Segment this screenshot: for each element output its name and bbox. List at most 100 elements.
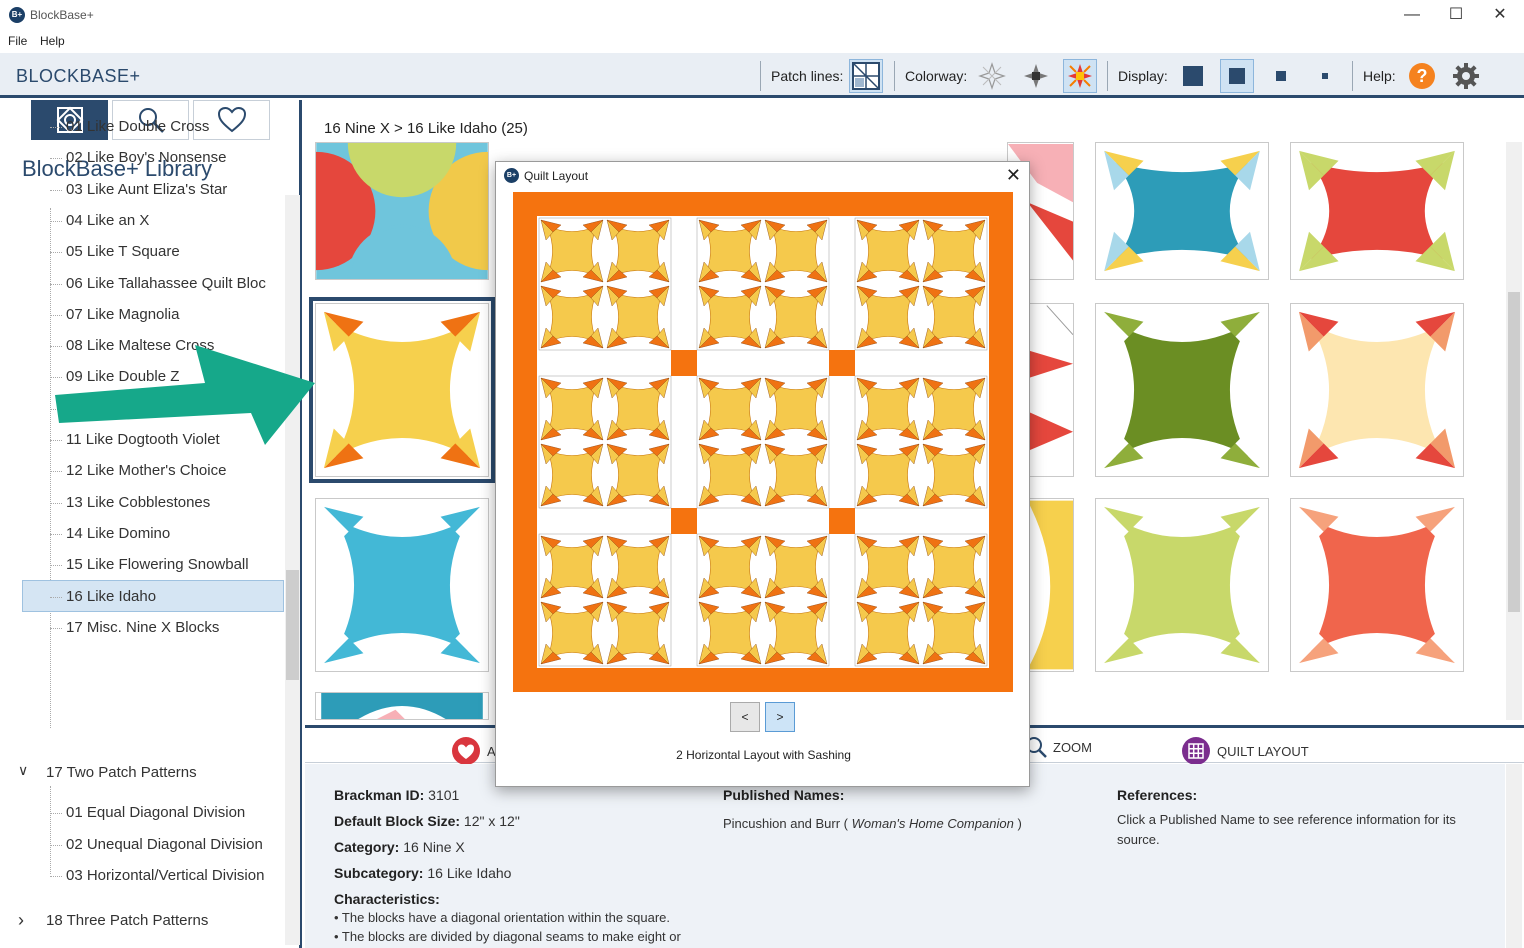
display-medium-button[interactable] — [1264, 59, 1298, 93]
tree-item[interactable]: 14 Like Domino — [66, 525, 170, 542]
pointer-arrow-annotation — [55, 345, 315, 445]
brackman-label: Brackman ID: — [334, 787, 425, 803]
breadcrumb: 16 Nine X > 16 Like Idaho (25) — [324, 120, 528, 137]
star-outline-icon — [978, 62, 1006, 90]
library-tree: 01 Like Double Cross 02 Like Boy's Nonsen… — [0, 110, 285, 948]
characteristic-item: • The blocks have a diagonal orientation… — [334, 910, 671, 925]
quilt-layout-label: QUILT LAYOUT — [1217, 743, 1309, 759]
tree-item[interactable]: 01 Equal Diagonal Division — [66, 804, 245, 821]
tree-item[interactable]: 03 Like Aunt Eliza's Star — [66, 181, 227, 198]
tree-item[interactable]: 16 Like Idaho — [66, 588, 156, 605]
block-tile[interactable] — [1290, 498, 1464, 672]
close-button[interactable]: ✕ — [1478, 3, 1522, 27]
brand-title: BLOCKBASE+ — [16, 66, 141, 86]
brackman-row: Brackman ID: 3101 — [334, 787, 459, 803]
settings-button[interactable] — [1449, 59, 1483, 93]
size-label: Default Block Size: — [334, 813, 461, 829]
display-large-button[interactable] — [1220, 59, 1254, 93]
category-row: Category: 16 Nine X — [334, 839, 465, 855]
app-logo-icon: B+ — [9, 7, 25, 23]
block-tile[interactable] — [1290, 303, 1464, 477]
published-names-label: Published Names: — [723, 787, 845, 803]
block-tile[interactable] — [315, 692, 489, 720]
help-icon: ? — [1409, 63, 1435, 89]
help-button[interactable]: ? — [1405, 59, 1439, 93]
block-tile[interactable] — [1095, 303, 1269, 477]
info-scrollbar[interactable] — [1506, 764, 1522, 948]
display-small-button[interactable] — [1308, 59, 1342, 93]
square-large-icon — [1229, 68, 1245, 84]
tree-item[interactable]: 17 Misc. Nine X Blocks — [66, 619, 219, 636]
subcategory-label: Subcategory: — [334, 865, 424, 881]
colorway-outline-button[interactable] — [975, 59, 1009, 93]
colorway-label: Colorway: — [905, 68, 968, 84]
previous-layout-button[interactable]: < — [730, 702, 760, 732]
tree-item[interactable]: 02 Unequal Diagonal Division — [66, 836, 263, 853]
tree-item[interactable]: 03 Horizontal/Vertical Division — [66, 867, 264, 884]
published-source: Woman's Home Companion — [851, 816, 1014, 831]
quilt-layout-button[interactable]: QUILT LAYOUT — [1181, 736, 1309, 766]
published-name-link[interactable]: Pincushion and Burr ( Woman's Home Compa… — [723, 816, 1022, 831]
chevron-right-icon[interactable]: › — [18, 910, 24, 931]
scrollbar-thumb[interactable] — [1508, 292, 1520, 612]
dialog-logo-icon: B+ — [504, 168, 519, 183]
tree-item[interactable]: 07 Like Magnolia — [66, 306, 179, 323]
size-value: 12" x 12" — [463, 813, 520, 829]
block-tile[interactable] — [315, 142, 489, 280]
tree-item[interactable]: 01 Like Double Cross — [66, 118, 209, 135]
patch-lines-label: Patch lines: — [771, 68, 844, 84]
references-text: Click a Published Name to see reference … — [1117, 812, 1456, 827]
next-layout-button[interactable]: > — [765, 702, 795, 732]
square-small-icon — [1322, 73, 1328, 79]
square-medium-icon — [1276, 71, 1286, 81]
star-gray-icon — [1024, 64, 1048, 88]
help-label: Help: — [1363, 68, 1396, 84]
display-xlarge-button[interactable] — [1176, 59, 1210, 93]
patch-lines-icon — [852, 62, 880, 90]
block-tile[interactable] — [1095, 498, 1269, 672]
star-color-icon — [1068, 64, 1092, 88]
tree-group[interactable]: 17 Two Patch Patterns — [46, 764, 197, 781]
block-tile[interactable] — [309, 297, 495, 483]
tree-group[interactable]: 18 Three Patch Patterns — [46, 912, 208, 929]
block-tile[interactable] — [1095, 142, 1269, 280]
menu-help[interactable]: Help — [40, 34, 65, 48]
colorway-grayscale-button[interactable] — [1019, 59, 1053, 93]
colorway-color-button[interactable] — [1063, 59, 1097, 93]
dialog-close-button[interactable]: ✕ — [1006, 165, 1021, 186]
minimize-button[interactable]: — — [1390, 3, 1434, 27]
brackman-value: 3101 — [428, 787, 460, 803]
block-tile[interactable] — [315, 498, 489, 672]
category-value: 16 Nine X — [403, 839, 465, 855]
toolbar-divider — [894, 61, 895, 91]
title-bar: B+ BlockBase+ — ☐ ✕ — [0, 0, 1524, 31]
quilt-grid-icon — [1182, 737, 1210, 765]
library-scrollbar[interactable] — [285, 195, 300, 945]
block-tile[interactable] — [1290, 142, 1464, 280]
subcategory-value: 16 Like Idaho — [427, 865, 512, 881]
tree-item[interactable]: 05 Like T Square — [66, 243, 180, 260]
heart-icon — [452, 737, 480, 765]
dialog-title: Quilt Layout — [524, 169, 589, 183]
menu-bar: File Help — [0, 31, 1524, 53]
layout-caption: 2 Horizontal Layout with Sashing — [676, 748, 851, 762]
tree-item[interactable]: 12 Like Mother's Choice — [66, 462, 226, 479]
tree-item[interactable]: 04 Like an X — [66, 212, 149, 229]
toolbar-divider — [1107, 61, 1108, 91]
tree-item[interactable]: 15 Like Flowering Snowball — [66, 556, 249, 573]
maximize-button[interactable]: ☐ — [1434, 3, 1478, 27]
tree-item[interactable]: 13 Like Cobblestones — [66, 494, 210, 511]
category-label: Category: — [334, 839, 400, 855]
patch-lines-toggle[interactable] — [849, 59, 883, 93]
zoom-button[interactable]: ZOOM — [1025, 736, 1092, 758]
quilt-layout-dialog: B+ Quilt Layout ✕ < > 2 Horizontal Layou… — [495, 161, 1030, 787]
menu-file[interactable]: File — [8, 34, 27, 48]
chevron-down-icon[interactable]: ∨ — [18, 762, 28, 779]
tree-item[interactable]: 02 Like Boy's Nonsense — [66, 149, 226, 166]
scrollbar-thumb[interactable] — [286, 570, 299, 680]
characteristics-label: Characteristics: — [334, 891, 440, 907]
add-favorite-button[interactable]: A — [451, 736, 496, 766]
tree-item[interactable]: 06 Like Tallahassee Quilt Bloc — [66, 275, 266, 292]
characteristic-item: • The blocks are divided by diagonal sea… — [334, 929, 681, 944]
grid-scrollbar[interactable] — [1506, 142, 1522, 720]
